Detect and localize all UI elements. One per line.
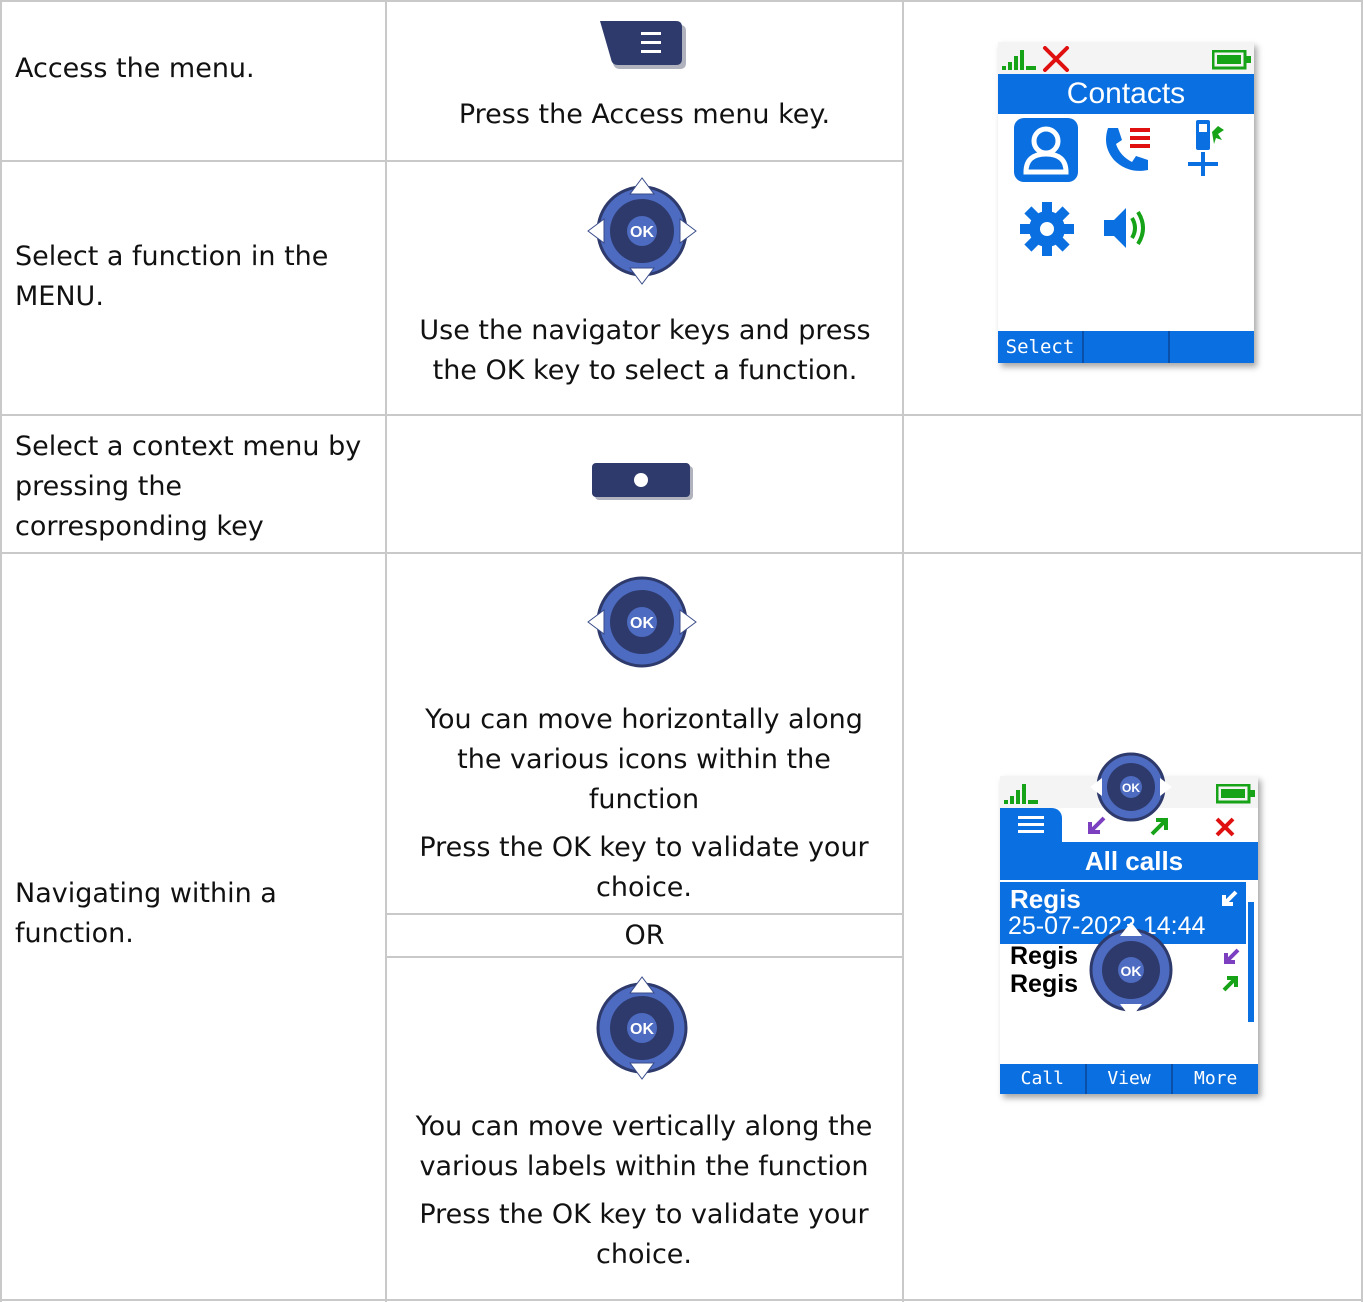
tab-all-calls[interactable] (1000, 808, 1062, 842)
softkey-view[interactable]: View (1087, 1064, 1174, 1094)
or-label: OR (624, 920, 665, 951)
table-border-left (0, 0, 2, 1302)
volume-icon[interactable] (1100, 202, 1156, 254)
no-network-icon (1043, 46, 1069, 72)
overlay-navigator-horizontal: OK (1090, 752, 1172, 822)
screen-title: All calls (1084, 846, 1184, 876)
battery-icon (1212, 50, 1251, 70)
subcell-divider-1 (386, 913, 903, 915)
incoming-call-icon (1224, 948, 1240, 964)
row1-instruction: Press the Access menu key. (458, 99, 831, 130)
battery-icon (1216, 784, 1255, 804)
column-divider-1 (385, 0, 387, 1302)
navigator-key-vertical: OK (590, 975, 694, 1081)
handset-settings-icon[interactable] (1178, 118, 1238, 184)
navigator-key-4way: OK (586, 176, 698, 286)
vertical-validate-text: Press the OK key to validate your choice… (419, 1199, 869, 1270)
settings-gear-icon[interactable] (1018, 200, 1076, 258)
ok-key-label: OK (1122, 781, 1140, 795)
outgoing-call-icon (1222, 976, 1238, 992)
call-log-icon[interactable] (1098, 122, 1158, 180)
signal-icon (1004, 784, 1038, 804)
scrollbar[interactable] (1248, 902, 1254, 1022)
ok-key-label: OK (630, 1021, 654, 1038)
screen-title-bar: All calls (1000, 842, 1258, 880)
row3-action-text: Select a context menu by pressing the co… (15, 431, 362, 542)
vertical-nav-text: You can move vertically along the variou… (415, 1111, 873, 1182)
context-softkey (590, 460, 694, 504)
table-border-top (0, 0, 1363, 2)
overlay-navigator-vertical: OK (1089, 922, 1173, 1018)
softkey-call[interactable]: Call (1000, 1064, 1087, 1094)
softkey-more[interactable]: More (1173, 1064, 1258, 1094)
ok-key-label: OK (630, 615, 654, 632)
phone-screen-call-log: All calls Regis 25-07-2023 14:44 Regis R… (1000, 752, 1258, 1094)
contacts-icon[interactable] (1014, 118, 1078, 182)
row4-action-text: Navigating within a function. (15, 878, 277, 949)
incoming-call-icon (1222, 890, 1238, 906)
screen-title-bar: Contacts (998, 74, 1254, 114)
row2-instruction: Use the navigator keys and press the OK … (419, 315, 871, 386)
softkey-select[interactable]: Select (998, 331, 1084, 363)
access-menu-key (598, 17, 688, 69)
ok-key-label: OK (630, 224, 654, 241)
dot-icon (634, 473, 648, 487)
row2-action-text: Select a function in the MENU. (15, 241, 329, 312)
softkey-right[interactable] (1170, 331, 1254, 363)
list-item[interactable]: Regis (1010, 942, 1078, 971)
screen-title: Contacts (1066, 77, 1186, 110)
phone-screen-menu: Contacts Select (998, 42, 1254, 363)
ok-key-label: OK (1121, 963, 1142, 979)
row-divider-3 (0, 552, 1363, 554)
row-divider-1 (0, 160, 904, 162)
menu-icon (1018, 816, 1044, 833)
softkey-bar: Call View More (1000, 1064, 1258, 1094)
column-divider-2 (902, 0, 904, 1302)
status-bar (998, 42, 1254, 74)
softkey-middle[interactable] (1084, 331, 1170, 363)
table-border-bottom (0, 1299, 1363, 1301)
entry-name: Regis (1010, 884, 1081, 914)
row-divider-2 (0, 414, 1363, 416)
horizontal-validate-text: Press the OK key to validate your choice… (419, 832, 869, 903)
navigator-key-horizontal: OK (586, 574, 698, 670)
signal-icon (1002, 50, 1036, 70)
subcell-divider-2 (386, 956, 903, 958)
softkey-bar: Select (998, 331, 1254, 363)
list-item[interactable]: Regis (1010, 970, 1078, 999)
row1-action-text: Access the menu. (15, 53, 255, 84)
delete-tab-icon[interactable] (1214, 816, 1236, 838)
horizontal-nav-text: You can move horizontally along the vari… (425, 704, 863, 815)
